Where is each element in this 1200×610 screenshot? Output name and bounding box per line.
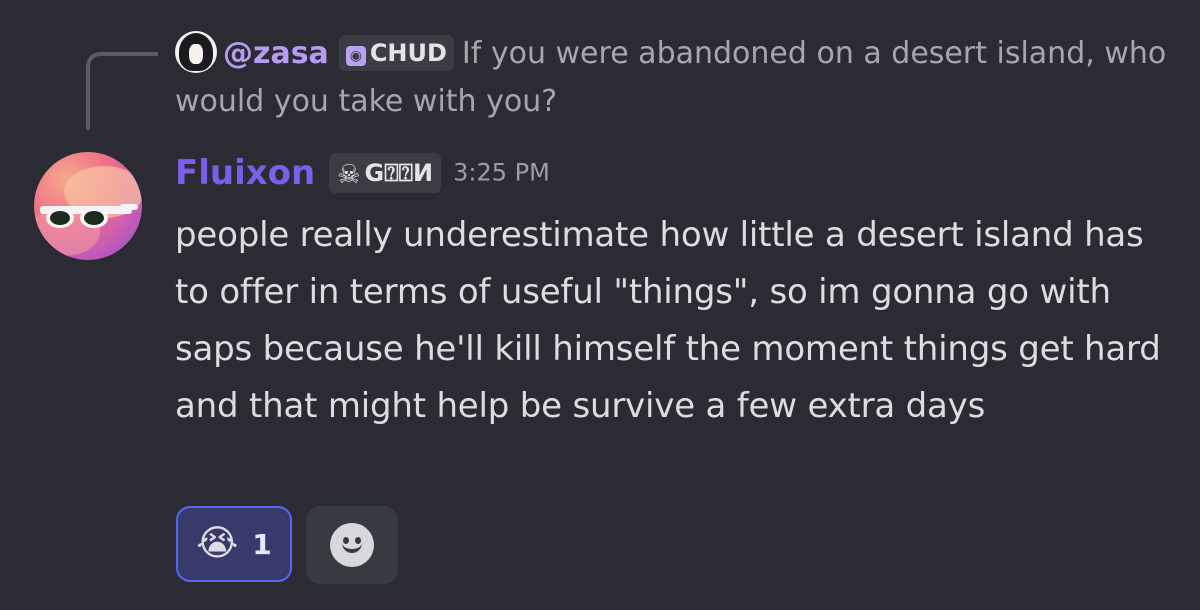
shield-emblem-icon: ◉: [345, 46, 366, 66]
message-timestamp[interactable]: 3:25 PM: [453, 159, 550, 187]
author-tag[interactable]: ☠ G⍰⍰И: [329, 152, 442, 193]
skull-icon: ☠: [337, 159, 361, 190]
smiley-icon: [330, 523, 374, 567]
reply-avatar[interactable]: [175, 31, 217, 73]
author-name[interactable]: Fluixon: [175, 153, 315, 193]
reply-preview[interactable]: @zasa ◉ CHUD If you were abandoned on a des…: [175, 30, 1185, 126]
add-reaction-button[interactable]: [306, 506, 398, 584]
reaction-count: 1: [252, 527, 272, 561]
sunglasses-avatar-art: [34, 166, 142, 256]
message-content: people really underestimate how little a…: [175, 215, 1161, 426]
reply-user-tag-label: CHUD: [369, 39, 447, 67]
reply-username[interactable]: @zasa: [223, 36, 329, 71]
reply-user-tag[interactable]: ◉ CHUD: [338, 35, 454, 71]
reaction-button[interactable]: 😭 1: [176, 506, 292, 582]
message-header: Fluixon ☠ G⍰⍰И 3:25 PM: [175, 150, 550, 194]
loudly-crying-face-icon: 😭: [196, 523, 239, 564]
author-avatar[interactable]: [34, 152, 142, 260]
author-tag-label: G⍰⍰И: [364, 158, 434, 187]
reply-connector: [86, 52, 158, 130]
